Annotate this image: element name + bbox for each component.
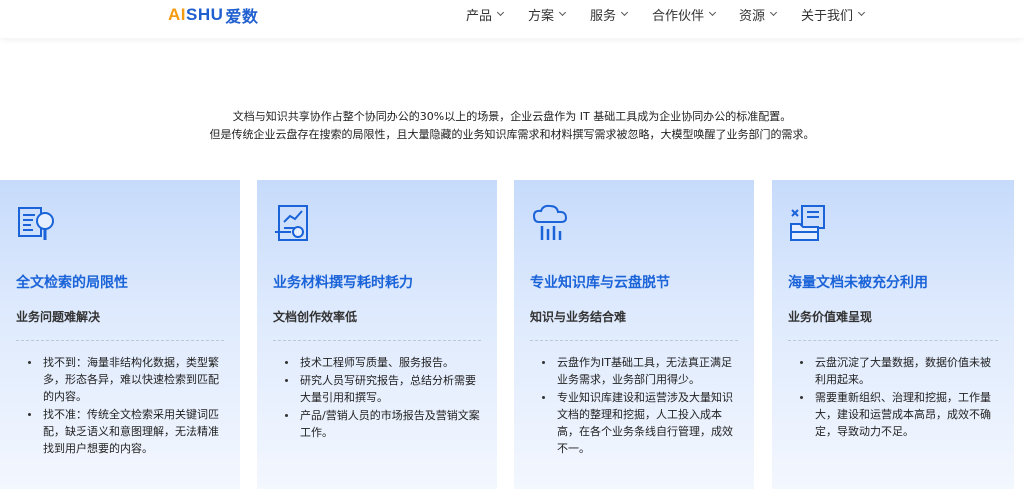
- nav-item-services[interactable]: 服务: [590, 5, 652, 24]
- card-writing-effort: 业务材料撰写耗时耗力 文档创作效率低 技术工程师写质量、服务报告。 研究人员写研…: [257, 180, 497, 489]
- divider: [16, 340, 224, 341]
- list-item: 云盘沉淀了大量数据，数据价值未被利用起来。: [800, 354, 998, 388]
- chevron-down-icon: [857, 8, 866, 17]
- divider: [273, 340, 481, 341]
- card-knowledge-base: 专业知识库与云盘脱节 知识与业务结合难 云盘作为IT基础工具，无法真正满足业务需…: [514, 180, 754, 489]
- nav-item-about[interactable]: 关于我们: [801, 5, 866, 24]
- list-item: 找不准：传统全文检索采用关键词匹配，缺乏语义和意图理解，无法精准找到用户想要的内…: [28, 406, 224, 457]
- card-list: 找不到：海量非结构化数据，类型繁多，形态各异，难以快速检索到匹配的内容。 找不准…: [28, 354, 224, 458]
- list-item: 专业知识库建设和运营涉及大量知识文档的整理和挖掘，人工投入成本高，在各个业务条线…: [542, 389, 738, 457]
- list-item: 研究人员写研究报告，总结分析需要大量引用和撰写。: [285, 372, 481, 406]
- main-nav: 产品 方案 服务 合作伙伴 资源 关于我们: [466, 5, 866, 24]
- chevron-down-icon: [496, 8, 505, 17]
- card-fulltext-search: 全文检索的局限性 业务问题难解决 找不到：海量非结构化数据，类型繁多，形态各异，…: [0, 180, 240, 489]
- document-search-icon: [18, 207, 54, 240]
- card-list: 技术工程师写质量、服务报告。 研究人员写研究报告，总结分析需要大量引用和撰写。 …: [285, 354, 481, 442]
- report-chart-icon: [275, 205, 308, 241]
- documents-folder-icon: [790, 205, 825, 241]
- list-item: 需要重新组织、治理和挖掘，工作量大，建设和运营成本高昂，成效不确定，导致动力不足…: [800, 389, 998, 440]
- nav-item-products[interactable]: 产品: [466, 5, 528, 24]
- card-list: 云盘沉淀了大量数据，数据价值未被利用起来。 需要重新组织、治理和挖掘，工作量大，…: [800, 354, 998, 441]
- card-list: 云盘作为IT基础工具，无法真正满足业务需求，业务部门用得少。 专业知识库建设和运…: [542, 354, 738, 458]
- list-item: 技术工程师写质量、服务报告。: [285, 354, 481, 371]
- nav-item-solutions[interactable]: 方案: [528, 5, 590, 24]
- card-massive-documents: 海量文档未被充分利用 业务价值难呈现 云盘沉淀了大量数据，数据价值未被利用起来。…: [772, 180, 1014, 489]
- chevron-down-icon: [620, 8, 629, 17]
- nav-item-resources[interactable]: 资源: [739, 5, 801, 24]
- divider: [530, 340, 738, 341]
- chevron-down-icon: [769, 8, 778, 17]
- divider: [788, 340, 998, 341]
- aishu-logo[interactable]: AI SHU 爱数: [168, 4, 258, 26]
- list-item: 产品/营销人员的市场报告及营销文案工作。: [285, 407, 481, 441]
- top-navigation-bar: AI SHU 爱数 产品 方案 服务 合作伙伴 资源 关于我们: [0, 0, 1024, 38]
- chevron-down-icon: [708, 8, 717, 17]
- nav-item-partners[interactable]: 合作伙伴: [652, 5, 739, 24]
- list-item: 云盘作为IT基础工具，无法真正满足业务需求，业务部门用得少。: [542, 354, 738, 388]
- chevron-down-icon: [558, 8, 567, 17]
- list-item: 找不到：海量非结构化数据，类型繁多，形态各异，难以快速检索到匹配的内容。: [28, 354, 224, 405]
- cloud-data-icon: [532, 204, 568, 240]
- intro-text: 文档与知识共享协作占整个协同办公的30%以上的场景，企业云盘作为 IT 基础工具…: [209, 110, 815, 141]
